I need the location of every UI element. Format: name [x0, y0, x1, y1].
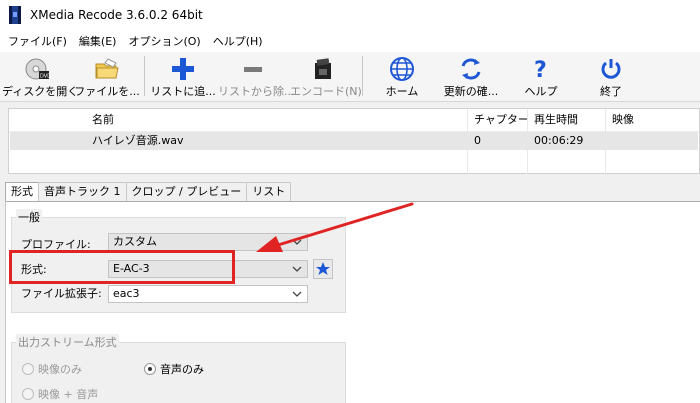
tab-format[interactable]: 形式	[5, 182, 39, 202]
remove-from-list-button[interactable]: リストから除...	[218, 52, 295, 102]
disc-icon: DVD	[23, 56, 51, 82]
app-window: XMedia Recode 3.6.0.2 64bit ファイル(F) 編集(E…	[0, 0, 700, 403]
menu-help[interactable]: ヘルプ(H)	[207, 33, 269, 49]
home-button[interactable]: ホーム	[368, 52, 436, 102]
profile-value: カスタム	[113, 235, 157, 248]
file-extension-value: eac3	[113, 287, 140, 300]
app-logo-icon	[9, 6, 21, 24]
check-update-label: 更新の確...	[443, 85, 499, 98]
video-audio-label: 映像 + 音声	[38, 388, 99, 401]
chevron-down-icon	[292, 266, 302, 272]
help-label: ヘルプ	[524, 85, 558, 98]
radio-button[interactable]	[22, 363, 34, 375]
menu-file[interactable]: ファイル(F)	[2, 33, 73, 49]
profile-select[interactable]: カスタム	[108, 233, 308, 251]
column-header-video[interactable]: 映像	[609, 109, 634, 131]
file-list-table[interactable]: 名前 チャプター 再生時間 映像 ハイレゾ音源.wav 0 00:06:29	[8, 108, 700, 175]
menu-edit[interactable]: 編集(E)	[73, 33, 123, 49]
cell-chapter: 0	[474, 134, 481, 147]
home-label: ホーム	[385, 85, 419, 98]
cell-video	[609, 132, 612, 150]
annotation-highlight-box	[9, 250, 235, 284]
file-extension-select[interactable]: eac3	[108, 285, 308, 303]
cell-duration: 00:06:29	[534, 134, 584, 147]
svg-text:?: ?	[534, 58, 547, 82]
star-icon	[316, 262, 330, 275]
tab-strip: 形式 音声トラック 1 クロップ / プレビュー リスト	[5, 182, 292, 202]
question-mark-icon: ?	[527, 56, 555, 82]
exit-button[interactable]: 終了	[578, 52, 644, 102]
exit-label: 終了	[600, 85, 622, 98]
video-only-label: 映像のみ	[38, 363, 82, 376]
toolbar: DVD ディスクを開く ファイルを... リストに追... リストから除... …	[0, 52, 700, 102]
minus-icon	[239, 56, 267, 82]
radio-video-audio[interactable]: 映像 + 音声	[22, 386, 98, 402]
format-tab-panel: 一般 プロファイル: カスタム 形式: E-AC-3 ファイル拡張子: eac3…	[5, 201, 700, 403]
open-file-label: ファイルを...	[74, 85, 140, 98]
general-group-title: 一般	[16, 209, 42, 225]
encode-button[interactable]: エンコード(N)	[290, 52, 362, 102]
file-extension-label: ファイル拡張子:	[21, 287, 102, 300]
favorite-button[interactable]	[313, 259, 333, 279]
globe-icon	[388, 56, 416, 82]
output-stream-group-title: 出力ストリーム形式	[16, 334, 119, 350]
encode-label: エンコード(N)	[290, 85, 362, 98]
help-button[interactable]: ? ヘルプ	[508, 52, 574, 102]
remove-from-list-label: リストから除...	[218, 85, 295, 98]
toolbar-separator	[362, 56, 363, 96]
column-header-name[interactable]: 名前	[89, 109, 114, 131]
film-icon	[309, 56, 337, 82]
column-header-chapter[interactable]: チャプター	[471, 109, 529, 131]
add-to-list-button[interactable]: リストに追...	[150, 52, 216, 102]
open-disc-button[interactable]: DVD ディスクを開く	[2, 52, 79, 102]
tab-crop-preview[interactable]: クロップ / プレビュー	[125, 182, 248, 201]
radio-audio-only[interactable]: 音声のみ	[144, 361, 204, 377]
audio-only-label: 音声のみ	[160, 363, 204, 376]
chevron-down-icon	[292, 239, 302, 245]
add-to-list-label: リストに追...	[150, 85, 216, 98]
menu-bar: ファイル(F) 編集(E) オプション(O) ヘルプ(H)	[0, 30, 700, 52]
open-file-button[interactable]: ファイルを...	[74, 52, 140, 102]
radio-button[interactable]	[22, 388, 34, 400]
refresh-icon	[457, 56, 485, 82]
svg-text:DVD: DVD	[40, 74, 50, 80]
power-icon	[597, 56, 625, 82]
menu-options[interactable]: オプション(O)	[122, 33, 206, 49]
cell-file-name: ハイレゾ音源.wav	[92, 134, 184, 147]
tab-audio-track[interactable]: 音声トラック 1	[38, 182, 127, 201]
window-title: XMedia Recode 3.6.0.2 64bit	[30, 8, 203, 22]
column-header-duration[interactable]: 再生時間	[531, 109, 578, 131]
folder-icon	[93, 56, 121, 82]
open-disc-label: ディスクを開く	[2, 85, 79, 98]
tab-list[interactable]: リスト	[246, 182, 292, 201]
toolbar-separator	[144, 56, 145, 96]
radio-video-only[interactable]: 映像のみ	[22, 361, 82, 377]
plus-icon	[169, 56, 197, 82]
chevron-down-icon	[292, 291, 302, 297]
check-update-button[interactable]: 更新の確...	[438, 52, 504, 102]
radio-button[interactable]	[144, 363, 156, 375]
title-bar: XMedia Recode 3.6.0.2 64bit	[0, 0, 700, 30]
